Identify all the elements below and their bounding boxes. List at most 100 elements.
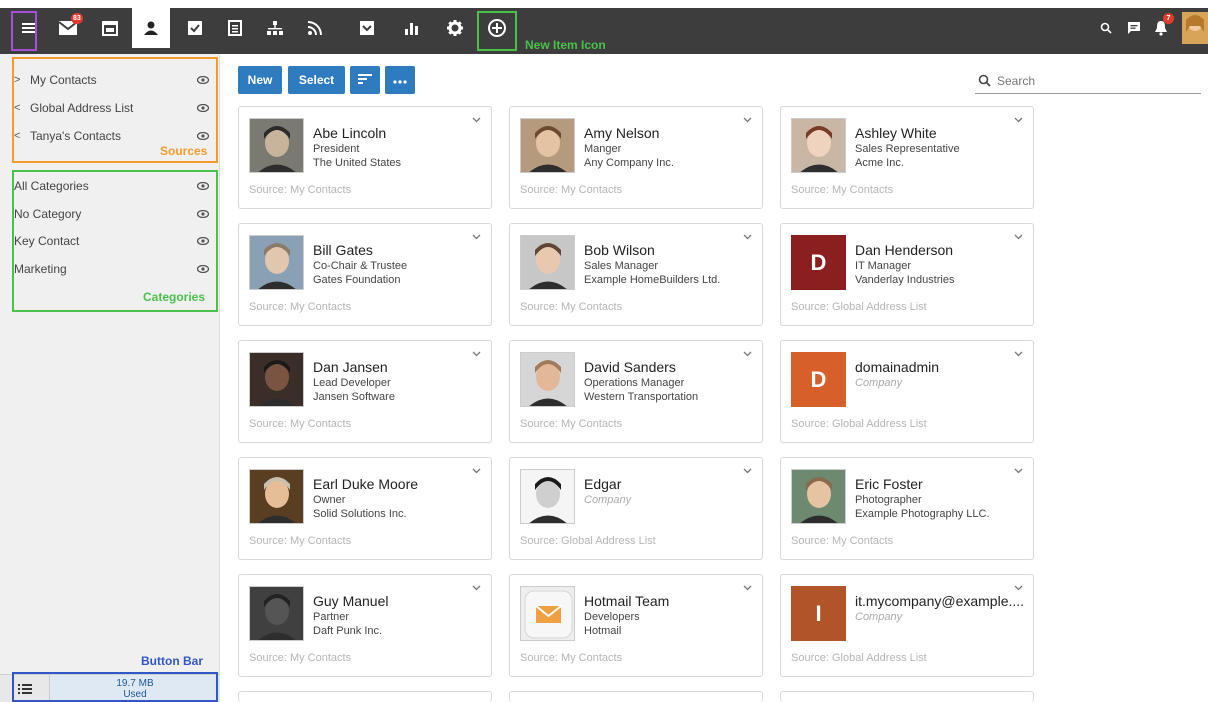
contact-card[interactable]: Dan Jansen Lead Developer Jansen Software S…: [238, 340, 492, 443]
contacts-icon[interactable]: [132, 8, 170, 48]
contact-title: Owner: [313, 494, 346, 506]
chevron-down-icon[interactable]: [743, 583, 752, 594]
contact-card[interactable]: [238, 691, 492, 702]
contact-company: Company: [855, 377, 903, 389]
mail-icon[interactable]: 83: [53, 12, 83, 44]
category-label: All Categories: [14, 179, 89, 193]
tasks-icon[interactable]: [180, 12, 210, 44]
contact-card[interactable]: Bob Wilson Sales Manager Example HomeBuild…: [509, 223, 763, 326]
chevron-down-icon[interactable]: [472, 349, 481, 360]
search-icon[interactable]: [1096, 12, 1116, 44]
sort-button[interactable]: [350, 66, 380, 94]
contact-card[interactable]: Earl Duke Moore Owner Solid Solutions Inc.…: [238, 457, 492, 560]
hamburger-icon[interactable]: [14, 12, 44, 44]
archive-icon[interactable]: [352, 12, 382, 44]
contact-card[interactable]: Edgar Company Source: Global Address List: [509, 457, 763, 560]
contact-name: Abe Lincoln: [313, 125, 387, 141]
calendar-icon[interactable]: [95, 12, 125, 44]
chevron-down-icon[interactable]: [743, 115, 752, 126]
contact-card[interactable]: Abe Lincoln President The United States Sou…: [238, 106, 492, 209]
sidebar-category-key-contact[interactable]: Key Contact: [14, 231, 214, 251]
contact-title: Partner: [313, 611, 350, 623]
chat-icon[interactable]: [1123, 12, 1145, 44]
chevron-down-icon[interactable]: [472, 232, 481, 243]
contact-source: Source: My Contacts: [520, 418, 623, 430]
contact-company: Vanderlay Industries: [855, 274, 955, 286]
chevron-down-icon[interactable]: [472, 583, 481, 594]
contact-name: Edgar: [584, 476, 622, 492]
chevron-down-icon[interactable]: [1014, 349, 1023, 360]
sidebar-source-global-address-list[interactable]: < Global Address List: [14, 98, 214, 118]
contact-name: Bill Gates: [313, 242, 373, 258]
chevron-down-icon[interactable]: [743, 349, 752, 360]
chevron-down-icon[interactable]: [743, 466, 752, 477]
contact-card[interactable]: Eric Foster Photographer Example Photograp…: [780, 457, 1034, 560]
chevron-down-icon[interactable]: [472, 466, 481, 477]
sidebar-source-my-contacts[interactable]: > My Contacts: [14, 70, 214, 90]
sidebar-category-marketing[interactable]: Marketing: [14, 259, 214, 279]
gear-icon[interactable]: [440, 12, 470, 44]
contact-name: Hotmail Team: [584, 593, 670, 609]
chevron-down-icon[interactable]: [472, 115, 481, 126]
contact-card[interactable]: Guy Manuel Partner Daft Punk Inc. Source: M…: [238, 574, 492, 677]
list-menu-icon[interactable]: [0, 675, 50, 702]
contact-card[interactable]: Ashley White Sales Representative Acme Inc…: [780, 106, 1034, 209]
eye-icon[interactable]: [196, 179, 210, 193]
chevron-down-icon[interactable]: [1014, 115, 1023, 126]
stats-icon[interactable]: [396, 12, 426, 44]
top-nav-bar: 83 New Item Icon 7: [0, 8, 1208, 54]
notes-icon[interactable]: [220, 12, 250, 44]
rss-icon[interactable]: [300, 12, 330, 44]
contact-card[interactable]: Ddomainadmin Company Source: Global Addres…: [780, 340, 1034, 443]
new-button[interactable]: New: [238, 66, 282, 94]
contact-photo: [520, 118, 575, 173]
eye-icon[interactable]: [196, 207, 210, 221]
contact-card[interactable]: Amy Nelson Manger Any Company Inc. Source: …: [509, 106, 763, 209]
contact-card[interactable]: Hotmail Team Developers Hotmail Source: My …: [509, 574, 763, 677]
contact-card[interactable]: Iit.mycompany@example.... Company Source: …: [780, 574, 1034, 677]
annotation-button-bar: Button Bar: [141, 654, 203, 668]
contact-company: Company: [584, 494, 632, 506]
contact-card[interactable]: David Sanders Operations Manager Western T…: [509, 340, 763, 443]
usage-label: Used: [123, 689, 147, 700]
share-icon: <: [14, 102, 21, 114]
contact-card[interactable]: Bill Gates Co-Chair & Trustee Gates Founda…: [238, 223, 492, 326]
storage-usage: 19.7 MB Used: [50, 675, 220, 702]
avatar[interactable]: [1182, 12, 1208, 44]
contact-initial-avatar: D: [791, 352, 846, 407]
contact-name: Dan Jansen: [313, 359, 388, 375]
sidebar-category-all[interactable]: All Categories: [14, 176, 214, 196]
contact-card[interactable]: [780, 691, 1034, 702]
sidebar-category-none[interactable]: No Category: [14, 204, 214, 224]
contact-source: Source: My Contacts: [520, 184, 623, 196]
sidebar: > My Contacts < Global Address List < Ta…: [0, 54, 220, 702]
contact-card[interactable]: D Dan Henderson IT Manager Vanderlay Indust…: [780, 223, 1034, 326]
eye-icon[interactable]: [196, 234, 210, 248]
org-chart-icon[interactable]: [260, 12, 290, 44]
contact-source: Source: My Contacts: [249, 652, 352, 664]
chevron-down-icon[interactable]: [1014, 232, 1023, 243]
sidebar-source-tanyas-contacts[interactable]: < Tanya's Contacts: [14, 126, 214, 146]
contact-photo: [520, 235, 575, 290]
contact-name: Amy Nelson: [584, 125, 660, 141]
select-button[interactable]: Select: [288, 66, 345, 94]
source-label: My Contacts: [30, 73, 97, 87]
chevron-down-icon[interactable]: [1014, 583, 1023, 594]
plus-circle-icon[interactable]: [482, 12, 512, 44]
contact-company: Daft Punk Inc.: [313, 625, 383, 637]
source-label: Tanya's Contacts: [30, 129, 122, 143]
eye-icon[interactable]: [196, 101, 210, 115]
eye-icon[interactable]: [196, 73, 210, 87]
chevron-down-icon[interactable]: [1014, 466, 1023, 477]
contact-card[interactable]: [509, 691, 763, 702]
chevron-down-icon[interactable]: [743, 232, 752, 243]
more-button[interactable]: [385, 66, 415, 94]
bell-icon[interactable]: 7: [1150, 12, 1174, 44]
contact-source: Source: My Contacts: [520, 301, 623, 313]
category-label: Marketing: [14, 262, 67, 276]
eye-icon[interactable]: [196, 262, 210, 276]
contact-name: Eric Foster: [855, 476, 923, 492]
search-field[interactable]: Search: [975, 68, 1201, 94]
contact-source: Source: My Contacts: [249, 184, 352, 196]
eye-icon[interactable]: [196, 129, 210, 143]
